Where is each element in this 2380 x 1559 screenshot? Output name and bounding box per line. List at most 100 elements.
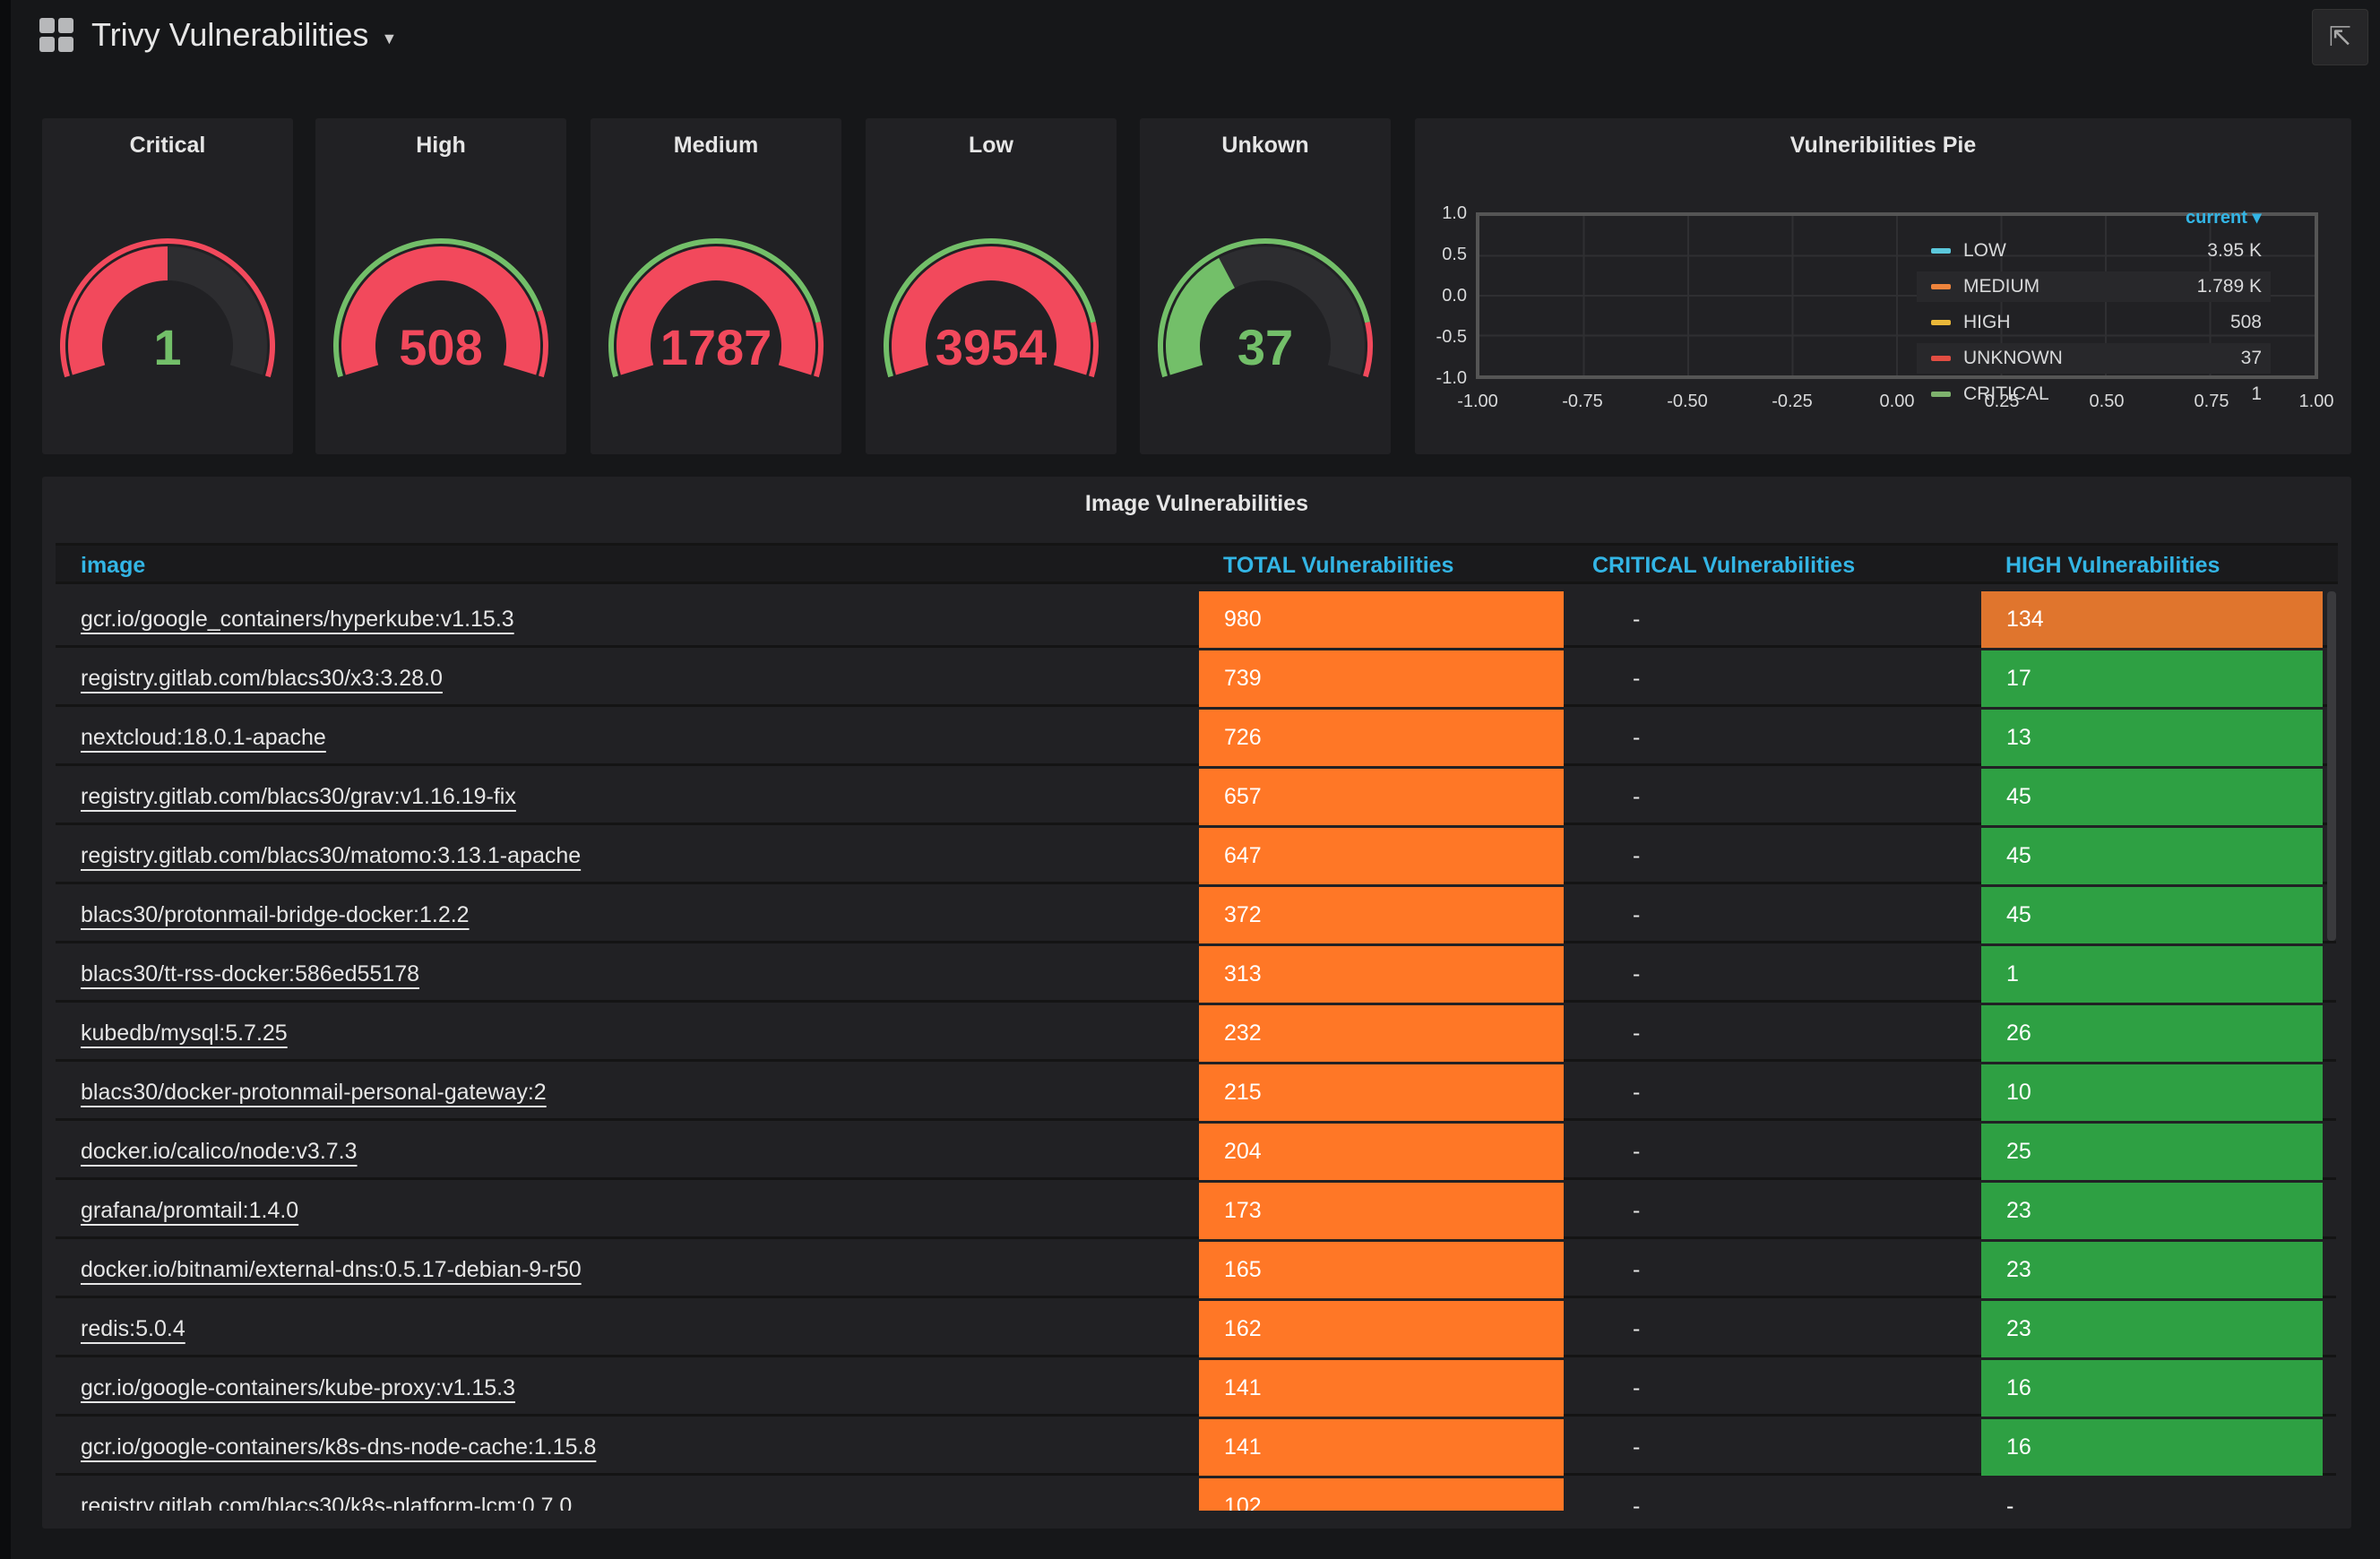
image-link[interactable]: grafana/promtail:1.4.0 <box>81 1183 298 1239</box>
gauge-value: 1787 <box>660 319 772 375</box>
table-row: registry.gitlab.com/blacs30/x3:3.28.0 73… <box>56 650 2336 707</box>
table-row: gcr.io/google-containers/k8s-dns-node-ca… <box>56 1419 2336 1476</box>
gauge-panel-unkown: Unkown 37 <box>1140 118 1391 454</box>
high-cell: - <box>2006 1494 2014 1511</box>
legend-item[interactable]: MEDIUM 1.789 K <box>1917 271 2271 302</box>
share-icon: ⇱ <box>2328 22 2352 52</box>
high-cell: 23 <box>1981 1183 2323 1239</box>
critical-cell: - <box>1633 1375 1641 1400</box>
image-link[interactable]: gcr.io/google_containers/hyperkube:v1.15… <box>81 591 514 648</box>
legend-item[interactable]: CRITICAL 1 <box>1917 379 2271 409</box>
left-edge <box>0 0 11 1559</box>
column-header-image[interactable]: image <box>81 553 145 579</box>
table-row: gcr.io/google_containers/hyperkube:v1.15… <box>56 591 2336 648</box>
critical-cell: - <box>1633 1434 1641 1460</box>
critical-cell: - <box>1633 1139 1641 1164</box>
x-tick-label: -0.75 <box>1562 392 1603 411</box>
legend-label: MEDIUM <box>1963 276 2040 297</box>
legend-swatch <box>1931 320 1951 325</box>
high-cell: 26 <box>1981 1005 2323 1062</box>
image-link[interactable]: docker.io/calico/node:v3.7.3 <box>81 1124 358 1180</box>
image-link[interactable]: nextcloud:18.0.1-apache <box>81 710 326 766</box>
gauge-value: 1 <box>153 319 182 375</box>
gauge-panel-low: Low 3954 <box>866 118 1117 454</box>
high-cell: 45 <box>1981 828 2323 884</box>
x-tick-label: -1.00 <box>1457 392 1498 411</box>
high-cell: 25 <box>1981 1124 2323 1180</box>
total-cell: 162 <box>1199 1301 1564 1357</box>
legend-value: 3.95 K <box>2207 240 2262 261</box>
critical-cell: - <box>1633 902 1641 927</box>
critical-cell: - <box>1633 666 1641 691</box>
image-link[interactable]: redis:5.0.4 <box>81 1301 185 1357</box>
image-link[interactable]: registry.gitlab.com/blacs30/matomo:3.13.… <box>81 828 581 884</box>
legend-sort-current[interactable]: current ▾ <box>2186 206 2262 228</box>
caret-down-icon[interactable]: ▼ <box>381 30 397 48</box>
high-cell: 17 <box>1981 650 2323 707</box>
total-cell: 141 <box>1199 1419 1564 1476</box>
scrollbar[interactable] <box>2327 591 2336 941</box>
dashboard-title[interactable]: Trivy Vulnerabilities <box>91 16 368 54</box>
table-row: docker.io/calico/node:v3.7.3 204 - 25 <box>56 1124 2336 1180</box>
critical-cell: - <box>1633 784 1641 809</box>
gauge-value: 3954 <box>935 319 1048 375</box>
panel-title: Vulneribilities Pie <box>1789 133 1977 158</box>
pie-panel: Vulneribilities Pie 1.0 0.5 0.0 -0.5 -1.0 -1.… <box>1415 118 2351 454</box>
grid-icon <box>39 18 73 52</box>
table-header: image TOTAL Vulnerabilities CRITICAL Vul… <box>56 543 2338 584</box>
legend-label: CRITICAL <box>1963 383 2049 404</box>
y-tick-label: -1.0 <box>1436 368 1467 388</box>
total-cell: 232 <box>1199 1005 1564 1062</box>
total-cell: 980 <box>1199 591 1564 648</box>
high-cell: 23 <box>1981 1301 2323 1357</box>
total-cell: 739 <box>1199 650 1564 707</box>
high-cell: 1 <box>1981 946 2323 1003</box>
column-header-total[interactable]: TOTAL Vulnerabilities <box>1223 553 1453 579</box>
image-link[interactable]: gcr.io/google-containers/kube-proxy:v1.1… <box>81 1360 515 1417</box>
gauge-panel-medium: Medium 1787 <box>591 118 841 454</box>
gauge-panel-critical: Critical 1 <box>42 118 293 454</box>
legend-value: 1 <box>2251 383 2262 404</box>
image-vulnerabilities-panel: Image Vulnerabilities image TOTAL Vulner… <box>42 477 2351 1529</box>
image-link[interactable]: blacs30/docker-protonmail-personal-gatew… <box>81 1064 547 1121</box>
legend-value: 508 <box>2229 312 2262 332</box>
total-cell: 141 <box>1199 1360 1564 1417</box>
image-link[interactable]: registry.gitlab.com/blacs30/x3:3.28.0 <box>81 650 443 707</box>
table-row: grafana/promtail:1.4.0 173 - 23 <box>56 1183 2336 1239</box>
high-cell: 45 <box>1981 887 2323 943</box>
image-link[interactable]: registry.gitlab.com/blacs30/grav:v1.16.1… <box>81 769 516 825</box>
column-header-high[interactable]: HIGH Vulnerabilities <box>2005 553 2220 579</box>
table-row: registry.gitlab.com/blacs30/grav:v1.16.1… <box>56 769 2336 825</box>
total-cell: 657 <box>1199 769 1564 825</box>
image-link[interactable]: gcr.io/google-containers/k8s-dns-node-ca… <box>81 1419 596 1476</box>
total-cell: 102 <box>1199 1478 1564 1511</box>
gauge-value: 508 <box>399 319 483 375</box>
gauge-title: Unkown <box>1221 133 1309 158</box>
gauge-title: Low <box>969 133 1013 158</box>
high-cell: 45 <box>1981 769 2323 825</box>
high-cell: 134 <box>1981 591 2323 648</box>
high-cell: 16 <box>1981 1419 2323 1476</box>
share-button[interactable]: ⇱ <box>2312 9 2368 65</box>
column-header-critical[interactable]: CRITICAL Vulnerabilities <box>1592 553 1855 579</box>
critical-cell: - <box>1633 725 1641 750</box>
image-link[interactable]: registry.gitlab.com/blacs30/k8s-platform… <box>81 1478 572 1511</box>
critical-cell: - <box>1633 1257 1641 1282</box>
dashboard-picker[interactable]: Trivy Vulnerabilities ▼ <box>39 16 397 54</box>
image-link[interactable]: blacs30/tt-rss-docker:586ed55178 <box>81 946 419 1003</box>
total-cell: 173 <box>1199 1183 1564 1239</box>
image-link[interactable]: blacs30/protonmail-bridge-docker:1.2.2 <box>81 887 470 943</box>
critical-cell: - <box>1633 607 1641 632</box>
table-row: blacs30/protonmail-bridge-docker:1.2.2 3… <box>56 887 2336 943</box>
legend-item[interactable]: HIGH 508 <box>1917 307 2271 338</box>
high-cell: 10 <box>1981 1064 2323 1121</box>
legend-label: LOW <box>1963 240 2006 261</box>
table-row: blacs30/tt-rss-docker:586ed55178 313 - 1 <box>56 946 2336 1003</box>
legend-item[interactable]: LOW 3.95 K <box>1917 236 2271 266</box>
image-link[interactable]: docker.io/bitnami/external-dns:0.5.17-de… <box>81 1242 582 1298</box>
gauge-value: 37 <box>1237 319 1294 375</box>
legend-item[interactable]: UNKNOWN 37 <box>1917 343 2271 374</box>
total-cell: 372 <box>1199 887 1564 943</box>
image-link[interactable]: kubedb/mysql:5.7.25 <box>81 1005 288 1062</box>
total-cell: 215 <box>1199 1064 1564 1121</box>
